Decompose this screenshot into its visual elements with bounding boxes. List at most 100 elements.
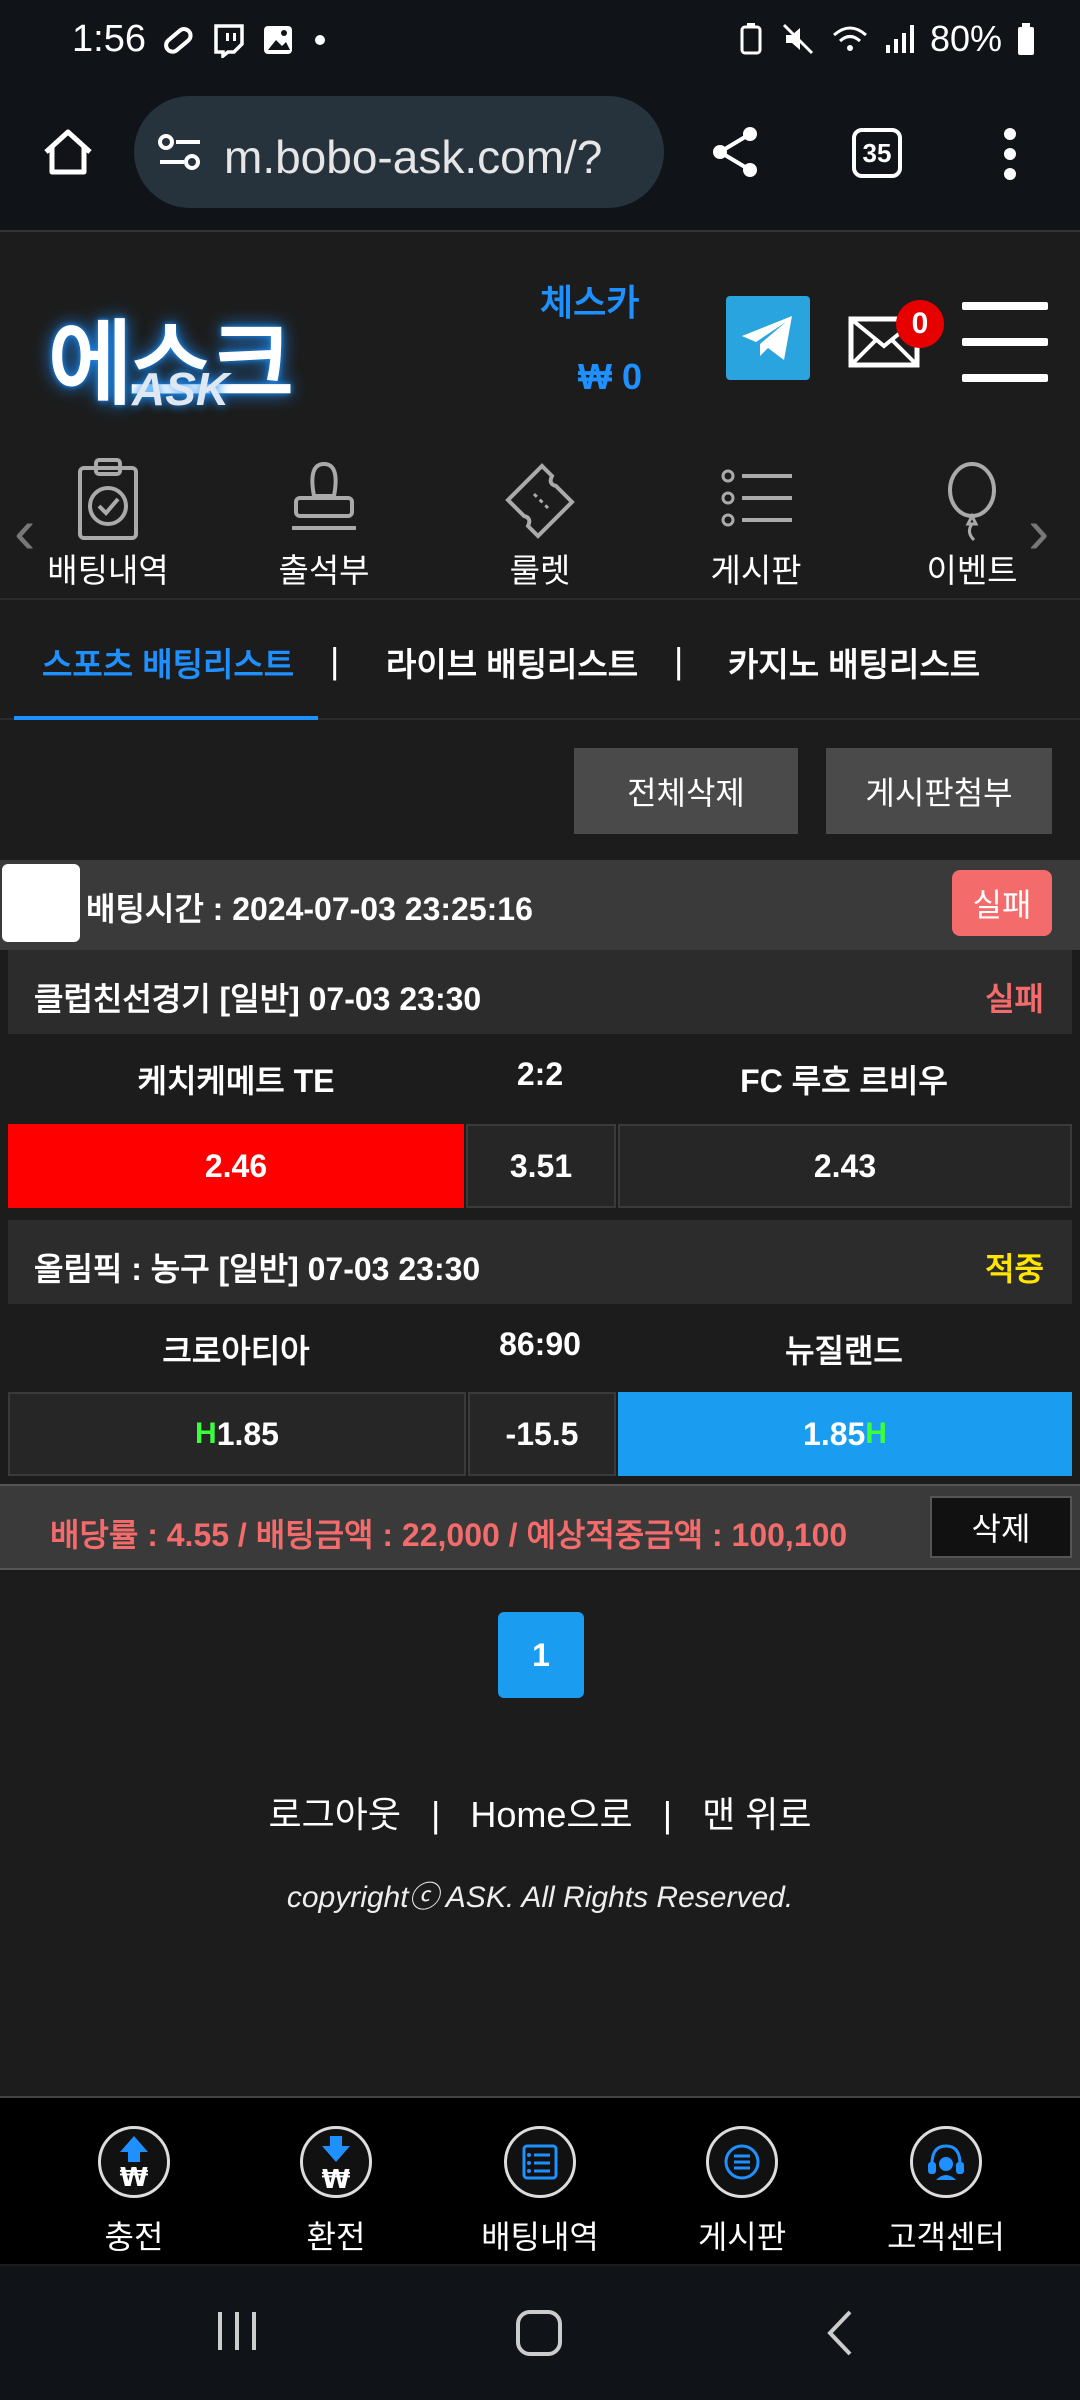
- bottom-nav-label: 고객센터: [887, 2219, 1005, 2255]
- hamburger-menu-icon[interactable]: [962, 302, 1048, 382]
- bet-time: 배팅시간 : 2024-07-03 23:25:16: [86, 891, 533, 927]
- delete-all-button[interactable]: 전체삭제: [574, 748, 798, 834]
- game-odds: H 1.85 -15.5 1.85 H: [8, 1392, 1072, 1476]
- site-logo[interactable]: 에스크 ASK: [48, 290, 318, 420]
- notification-icons: [160, 22, 330, 58]
- home-link[interactable]: Home으로: [470, 1794, 632, 1835]
- balance: ₩ 0: [578, 356, 643, 397]
- telegram-button[interactable]: [726, 296, 810, 380]
- away-team: 뉴질랜드: [785, 1333, 903, 1369]
- svg-text:₩: ₩: [120, 2163, 149, 2192]
- status-right: 80%: [736, 18, 1036, 60]
- bet-summary: 배당률 : 4.55 / 배팅금액 : 22,000 / 예상적중금액 : 10…: [0, 1484, 1080, 1570]
- list-icon: [721, 469, 792, 527]
- odd-home[interactable]: H 1.85: [8, 1392, 466, 1476]
- bet-select-checkbox[interactable]: [2, 864, 80, 942]
- username: 체스카: [540, 282, 640, 323]
- battery-percent: 80%: [929, 18, 1002, 59]
- svg-text:₩: ₩: [322, 2165, 351, 2192]
- bottom-nav-label: 게시판: [697, 2219, 787, 2255]
- tab-switcher-button[interactable]: 35: [852, 128, 902, 178]
- bet-summary-text: 배당률 : 4.55 / 배팅금액 : 22,000 / 예상적중금액 : 10…: [50, 1517, 848, 1553]
- handicap-mark: H: [865, 1417, 887, 1450]
- odd-value: 1.85: [216, 1415, 279, 1452]
- nav-label: 게시판: [710, 552, 802, 589]
- game-header: 클럽친선경기 [일반] 07-03 23:30 실패: [8, 950, 1072, 1034]
- odd-away[interactable]: 1.85 H: [618, 1392, 1072, 1476]
- copyright: copyrightⓒ ASK. All Rights Reserved.: [286, 1881, 794, 1914]
- share-icon[interactable]: [706, 122, 766, 182]
- odd-value: 1.85: [803, 1415, 866, 1452]
- message-count-badge: 0: [896, 300, 944, 348]
- game-title: 올림픽 : 농구 [일반] 07-03 23:30: [34, 1251, 481, 1287]
- home-button-icon[interactable]: [512, 2306, 566, 2360]
- browser-toolbar: m.bobo-ask.com/? 35: [0, 88, 1080, 232]
- stamp-icon: [292, 461, 356, 530]
- top-link[interactable]: 맨 위로: [702, 1794, 811, 1835]
- withdraw-icon: ₩: [300, 2126, 372, 2198]
- recent-apps-icon[interactable]: [212, 2306, 262, 2356]
- bottom-nav-label: 환전: [306, 2219, 366, 2255]
- nav-item-roulette[interactable]: 룰렛: [450, 456, 630, 592]
- bottom-nav-deposit[interactable]: ₩ 충전: [44, 2126, 224, 2258]
- nav-item-attendance[interactable]: 출석부: [234, 456, 414, 592]
- tab-casino[interactable]: 카지노 배팅리스트: [728, 638, 980, 686]
- bet-status-badge: 실패: [952, 870, 1052, 936]
- footer-separator: |: [431, 1794, 441, 1835]
- game-odds: 2.46 3.51 2.43: [8, 1124, 1072, 1208]
- tab-sports[interactable]: 스포츠 배팅리스트: [42, 638, 294, 686]
- bet-list-tabs: 스포츠 배팅리스트 | 라이브 배팅리스트 | 카지노 배팅리스트: [0, 602, 1080, 720]
- dot-icon: [315, 35, 325, 45]
- nav-item-betting-history[interactable]: 배팅내역: [18, 456, 198, 592]
- tab-live[interactable]: 라이브 배팅리스트: [386, 638, 638, 686]
- more-options-icon[interactable]: [1000, 126, 1020, 182]
- bottom-nav-betting-history[interactable]: 배팅내역: [450, 2126, 630, 2258]
- pagination-page-1[interactable]: 1: [498, 1612, 584, 1698]
- back-icon[interactable]: [820, 2306, 860, 2360]
- nav-label: 배팅내역: [47, 552, 169, 589]
- odd-draw[interactable]: 3.51: [466, 1124, 616, 1208]
- pill-icon: [164, 27, 193, 54]
- home-icon[interactable]: [40, 124, 96, 180]
- bottom-nav-board[interactable]: 게시판: [652, 2126, 832, 2258]
- bet-header: 배팅시간 : 2024-07-03 23:25:16 실패: [0, 860, 1080, 950]
- board-list-icon: [706, 2126, 778, 2198]
- game-title: 클럽친선경기 [일반] 07-03 23:30: [34, 981, 482, 1017]
- system-nav-bar: [0, 2266, 1080, 2400]
- url-bar[interactable]: m.bobo-ask.com/?: [134, 96, 664, 208]
- game-result: 적중: [985, 1251, 1044, 1287]
- tab-separator: |: [674, 640, 684, 681]
- odd-home[interactable]: 2.46: [8, 1124, 464, 1208]
- deposit-icon: ₩: [98, 2126, 170, 2198]
- bottom-nav-withdraw[interactable]: ₩ 환전: [246, 2126, 426, 2258]
- home-team: 케치케메트 TE: [137, 1063, 335, 1099]
- bottom-nav: ₩ 충전 ₩ 환전 배팅내역 게시판 고객센터: [0, 2096, 1080, 2264]
- game-header: 올림픽 : 농구 [일반] 07-03 23:30 적중: [8, 1220, 1072, 1304]
- mute-icon: [782, 23, 813, 55]
- site-settings-icon[interactable]: [156, 130, 204, 174]
- nav-item-board[interactable]: 게시판: [666, 456, 846, 592]
- game-result: 실패: [985, 981, 1044, 1017]
- nav-label: 룰렛: [509, 552, 571, 589]
- score: 2:2: [516, 1056, 564, 1092]
- attach-board-button[interactable]: 게시판첨부: [826, 748, 1052, 834]
- balloon-icon: [948, 462, 996, 542]
- bottom-nav-support[interactable]: 고객센터: [856, 2126, 1036, 2258]
- delete-bet-button[interactable]: 삭제: [930, 1496, 1072, 1558]
- wifi-icon: [832, 26, 867, 51]
- away-team: FC 루흐 르비우: [740, 1063, 948, 1099]
- odd-handicap[interactable]: -15.5: [468, 1392, 616, 1476]
- url-text: m.bobo-ask.com/?: [224, 131, 603, 183]
- checklist-icon: [504, 2126, 576, 2198]
- battery-saver-icon: [740, 23, 762, 55]
- icon-nav: ‹ 배팅내역 출석부 룰렛 게시판 이벤트 ›: [0, 440, 1080, 600]
- logout-link[interactable]: 로그아웃: [269, 1794, 401, 1835]
- nav-next-icon[interactable]: ›: [1028, 494, 1049, 568]
- nav-label: 출석부: [278, 552, 370, 589]
- home-team: 크로아티아: [162, 1333, 310, 1369]
- tab-separator: |: [330, 640, 340, 681]
- site-header: 에스크 ASK 체스카 ₩ 0 0: [0, 234, 1080, 434]
- footer-separator: |: [662, 1794, 673, 1835]
- image-icon: [264, 26, 292, 54]
- odd-away[interactable]: 2.43: [618, 1124, 1072, 1208]
